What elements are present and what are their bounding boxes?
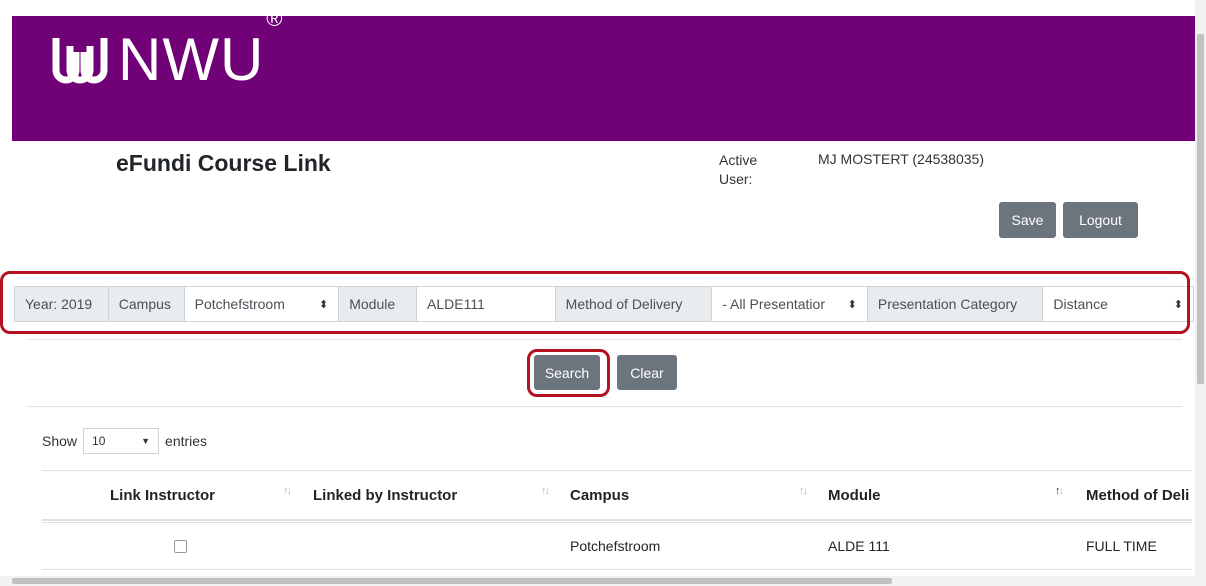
save-button[interactable]: Save xyxy=(999,202,1056,238)
show-label: Show xyxy=(42,433,78,449)
sort-arrows-icon: ↑↓ xyxy=(1055,485,1064,497)
method-select-value: - All Presentatior xyxy=(722,296,825,312)
campus-cell: Potchefstroom xyxy=(570,538,661,554)
campus-label: Campus xyxy=(107,286,185,322)
link-instructor-checkbox[interactable] xyxy=(173,539,187,553)
table-header: Link Instructor ↑↓ Linked by Instructor … xyxy=(42,470,1192,521)
brand-text: NWU® xyxy=(118,8,284,90)
vertical-scroll-thumb[interactable] xyxy=(1197,34,1204,384)
logout-button[interactable]: Logout xyxy=(1063,202,1138,238)
linked-by-instructor-cell xyxy=(300,523,558,569)
campus-select-value: Potchefstroom xyxy=(194,296,285,312)
method-cell: FULL TIME xyxy=(1086,538,1157,554)
horizontal-scroll-thumb[interactable] xyxy=(12,578,892,584)
column-header[interactable]: Linked by Instructor ↑↓ xyxy=(300,471,558,519)
entries-select[interactable]: 10 ▼ xyxy=(83,428,160,454)
campus-select[interactable]: Potchefstroom ⬍ xyxy=(183,286,340,322)
module-cell: ALDE 111 xyxy=(828,538,890,554)
nwu-logo-icon xyxy=(52,38,108,84)
select-arrows-icon: ⬍ xyxy=(1173,298,1183,311)
show-entries: Show 10 ▼ entries xyxy=(42,428,207,454)
column-header-label: Module xyxy=(828,486,881,504)
column-header[interactable]: Campus ↑↓ xyxy=(558,471,816,519)
clear-button[interactable]: Clear xyxy=(617,355,677,390)
sort-arrows-icon: ↑↓ xyxy=(799,485,808,497)
chevron-down-icon: ▼ xyxy=(141,436,151,446)
column-header[interactable]: Link Instructor ↑↓ xyxy=(42,471,300,519)
brand-name: NWU xyxy=(118,26,265,93)
module-input[interactable]: ALDE111 xyxy=(416,286,556,322)
divider xyxy=(27,406,1182,407)
column-header[interactable]: Module ↑↓ xyxy=(816,471,1072,519)
nwu-logo: NWU® xyxy=(48,8,284,90)
column-header-label: Link Instructor xyxy=(110,486,216,504)
page-title: eFundi Course Link xyxy=(116,150,331,176)
column-header-label: Linked by Instructor xyxy=(313,486,458,504)
module-label: Module xyxy=(338,286,418,322)
link-instructor-cell xyxy=(42,523,300,569)
table-row: Potchefstroom ALDE 111 FULL TIME xyxy=(42,522,1192,570)
column-header[interactable]: Method of Deli xyxy=(1072,471,1192,519)
entries-value: 10 xyxy=(92,434,106,448)
registered-mark: ® xyxy=(266,6,284,31)
select-arrows-icon: ⬍ xyxy=(847,298,857,311)
search-button[interactable]: Search xyxy=(534,355,600,390)
filter-bar: Year: 2019 Campus Potchefstroom ⬍ Module… xyxy=(14,286,1194,322)
sort-arrows-icon: ↑↓ xyxy=(283,485,292,497)
category-select-value: Distance xyxy=(1053,296,1108,312)
select-arrows-icon: ⬍ xyxy=(318,298,329,311)
column-header-label: Campus xyxy=(570,486,630,504)
category-select[interactable]: Distance ⬍ xyxy=(1042,286,1194,322)
sort-arrows-icon: ↑↓ xyxy=(541,485,550,497)
category-label: Presentation Category xyxy=(866,286,1044,322)
year-label: Year: 2019 xyxy=(14,286,109,322)
column-header-label: Method of Deli xyxy=(1086,486,1190,504)
active-user-value: MJ MOSTERT (24538035) xyxy=(818,151,984,167)
module-input-value: ALDE111 xyxy=(427,296,485,312)
method-select[interactable]: - All Presentatior ⬍ xyxy=(711,286,868,322)
entries-suffix: entries xyxy=(165,433,208,449)
method-label: Method of Delivery xyxy=(554,286,713,322)
active-user-label: Active User: xyxy=(719,152,758,187)
divider xyxy=(27,339,1182,340)
